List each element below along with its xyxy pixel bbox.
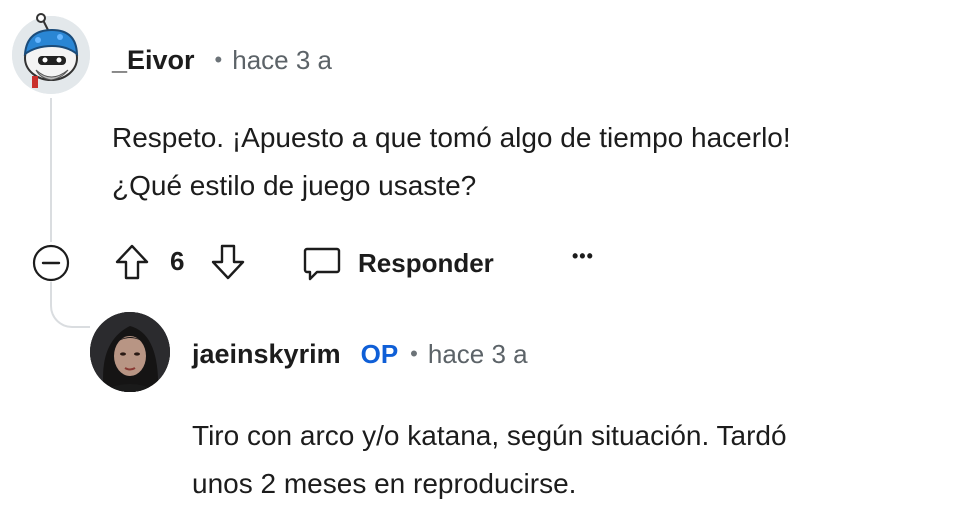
user-avatar-icon (12, 13, 90, 94)
avatar[interactable] (90, 312, 170, 392)
meta-separator: • (214, 47, 223, 72)
reply-text-line: Tiro con arco y/o katana, según situació… (192, 420, 787, 451)
collapse-button[interactable] (30, 242, 72, 284)
thread-connector (50, 282, 90, 328)
ellipsis-icon: ••• (572, 246, 594, 266)
arrow-down-icon (211, 244, 245, 280)
comment-author[interactable]: _Eivor (112, 45, 195, 76)
comment-body: Respeto. ¡Apuesto a que tomó algo de tie… (112, 114, 791, 210)
thread-line (50, 98, 52, 242)
op-badge: OP (360, 338, 399, 369)
user-avatar-icon (90, 312, 170, 392)
vote-count: 6 (170, 246, 185, 276)
reply-button[interactable]: Responder (302, 242, 494, 284)
avatar[interactable] (12, 13, 90, 94)
downvote-button[interactable] (208, 242, 248, 282)
reply-time[interactable]: hace 3 a (428, 339, 528, 370)
meta-separator: • (410, 341, 418, 366)
reply-author[interactable]: jaeinskyrim (192, 339, 341, 370)
more-options-button[interactable]: ••• (572, 246, 594, 267)
comment-text-line: ¿Qué estilo de juego usaste? (112, 170, 477, 201)
reply-body: Tiro con arco y/o katana, según situació… (192, 412, 787, 508)
speech-bubble-icon (303, 247, 341, 281)
minus-circle-icon (32, 244, 70, 282)
reply-text-line: unos 2 meses en reproducirse. (192, 468, 577, 499)
arrow-up-icon (115, 244, 149, 280)
reply-button-label: Responder (358, 247, 494, 278)
comment-text-line: Respeto. ¡Apuesto a que tomó algo de tie… (112, 122, 791, 153)
upvote-button[interactable] (112, 242, 152, 282)
comment-time[interactable]: hace 3 a (232, 45, 332, 76)
